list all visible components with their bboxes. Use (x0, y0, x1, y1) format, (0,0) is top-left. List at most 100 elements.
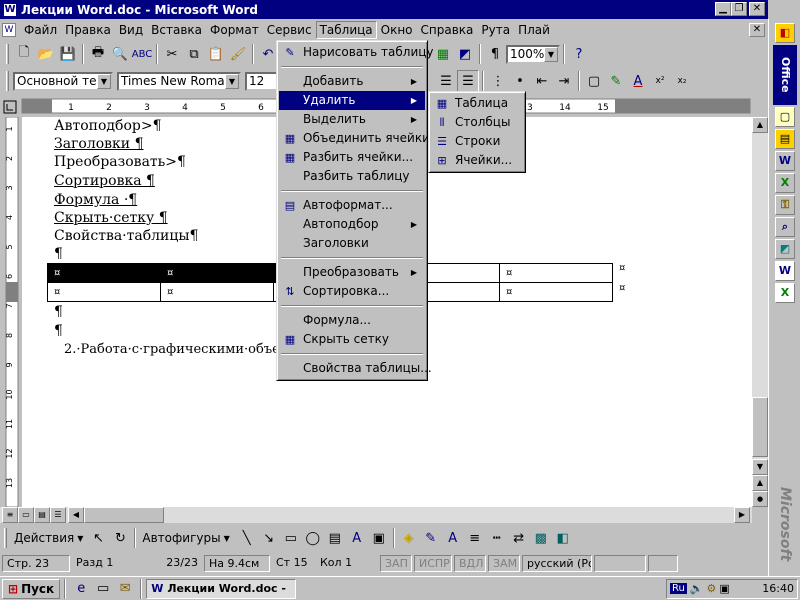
table-cell[interactable]: ¤ (160, 282, 274, 302)
word-shortcut-icon[interactable]: W (775, 151, 795, 171)
doc-line[interactable]: Формула ·¶ (54, 192, 137, 208)
paste-icon[interactable]: 📋 (205, 43, 227, 65)
open-doc-shortcut-icon[interactable]: ▤ (775, 129, 795, 149)
title-bar[interactable]: W Лекции Word.doc - Microsoft Word ▁ ❐ ✕ (0, 0, 768, 19)
save-icon[interactable]: 💾 (57, 43, 79, 65)
menu-help[interactable]: Справка (417, 21, 478, 39)
numbered-item[interactable]: 2.·Работа·с·графическими·объе (64, 342, 280, 357)
outlook-icon[interactable]: ✉ (114, 578, 136, 600)
menu-item-entry[interactable]: Автоподбор ▶ (279, 215, 425, 234)
font-color-icon[interactable]: A (627, 70, 649, 92)
doc-line[interactable]: Скрыть·сетку ¶ (54, 210, 168, 226)
open-folder-icon[interactable]: 📂 (35, 43, 57, 65)
menu-item-table[interactable]: ▦ Таблица (431, 94, 523, 113)
menu-item-entry[interactable]: Выделить ▶ (279, 110, 425, 129)
arrow-icon[interactable]: ↘ (258, 527, 280, 549)
menu-item-rows[interactable]: ☰ Строки (431, 132, 523, 151)
help-icon[interactable]: ? (568, 43, 590, 65)
language-indicator[interactable]: Ru (670, 583, 687, 594)
doc-line[interactable]: ¶ (54, 246, 63, 262)
shadow-icon[interactable]: ▩ (530, 527, 552, 549)
menu-item-merge-cells[interactable]: ▦ Объединить ячейки (279, 129, 430, 148)
menu-tools[interactable]: Сервис (263, 21, 316, 39)
doc-line[interactable]: ¶ (54, 323, 63, 339)
wordart-icon[interactable]: A (346, 527, 368, 549)
key-shortcut-icon[interactable]: ⚿ (775, 195, 795, 215)
menu-item-autoformat[interactable]: ▤ Автоформат... (279, 196, 425, 215)
scroll-right-icon[interactable]: ▶ (734, 507, 750, 523)
increase-indent-icon[interactable]: ⇥ (553, 70, 575, 92)
drawing-icon[interactable]: ◩ (454, 43, 476, 65)
align-right-icon[interactable]: ☰ (435, 70, 457, 92)
menu-item-entry[interactable]: Разбить таблицу (279, 167, 425, 186)
menu-item-cells[interactable]: ⊞ Ячейки... (431, 151, 523, 170)
format-painter-icon[interactable]: 🖌 (227, 43, 249, 65)
menu-item-entry[interactable]: Добавить ▶ (279, 72, 425, 91)
minimize-button[interactable]: ▁ (715, 2, 731, 16)
menu-item-sort[interactable]: ⇅ Сортировка... (279, 282, 425, 301)
menu-view[interactable]: Вид (115, 21, 147, 39)
menu-format[interactable]: Формат (206, 21, 263, 39)
menu-window[interactable]: Окно (377, 21, 417, 39)
borders-icon[interactable]: ▢ (583, 70, 605, 92)
spelling-icon[interactable]: ABC (131, 43, 153, 65)
chevron-down-icon[interactable]: ▼ (224, 534, 230, 543)
menu-item-entry[interactable]: Формула... (279, 311, 425, 330)
menu-item-entry[interactable]: Свойства таблицы... (279, 359, 432, 378)
status-ovr[interactable]: ЗАМ (488, 554, 520, 572)
close-button[interactable]: ✕ (749, 2, 765, 16)
free-rotate-icon[interactable]: ↻ (109, 527, 131, 549)
outline-view-icon[interactable]: ☰ (50, 507, 66, 523)
cut-icon[interactable]: ✂ (161, 43, 183, 65)
clock[interactable]: 16:40 (762, 582, 794, 595)
justify-icon[interactable]: ☰ (457, 70, 479, 92)
doc-line[interactable]: Заголовки ¶ (54, 136, 143, 152)
doc-line[interactable]: Преобразовать>¶ (54, 154, 186, 170)
fill-color-icon[interactable]: ◈ (398, 527, 420, 549)
print-preview-icon[interactable]: 🔍 (109, 43, 131, 65)
doc-line[interactable]: Свойства·таблицы¶ (54, 228, 198, 244)
document-icon[interactable]: W (2, 23, 16, 37)
text-box-icon[interactable]: ▤ (324, 527, 346, 549)
scroll-thumb[interactable] (752, 397, 768, 457)
table-cell[interactable]: ¤ (47, 263, 161, 283)
status-ext[interactable]: ВДЛ (454, 554, 486, 572)
chevron-down-icon[interactable]: ▼ (77, 534, 83, 543)
chevron-down-icon[interactable]: ▼ (225, 73, 239, 89)
task-word[interactable]: W Лекции Word.doc - (146, 578, 297, 599)
maximize-button[interactable]: ❐ (731, 2, 747, 16)
doc-line[interactable]: Автоподбор>¶ (54, 118, 162, 134)
chevron-down-icon[interactable]: ▼ (544, 46, 558, 62)
status-rec[interactable]: ЗАП (380, 554, 412, 572)
web-layout-icon[interactable]: ▭ (18, 507, 34, 523)
vertical-scrollbar[interactable]: ▲ ▼ ▲ ● (752, 117, 768, 507)
normal-view-icon[interactable]: ≡ (2, 507, 18, 523)
print-icon[interactable]: 🖶 (87, 43, 109, 65)
office-logo-icon[interactable]: ◧ (775, 23, 795, 43)
find-shortcut-icon[interactable]: ⌕ (775, 217, 795, 237)
vertical-ruler[interactable]: 1 2 3 4 5 6 7 8 9 10 11 12 13 (0, 116, 22, 508)
bullets-icon[interactable]: • (509, 70, 531, 92)
desktop-icon[interactable]: ▭ (92, 578, 114, 600)
style-combo[interactable]: Основной текст ▼ (13, 71, 113, 91)
excel-table-icon[interactable]: ▦ (432, 43, 454, 65)
numbering-icon[interactable]: ⋮ (487, 70, 509, 92)
binder-shortcut-icon[interactable]: ◩ (775, 239, 795, 259)
line-color-icon[interactable]: ✎ (420, 527, 442, 549)
font-combo[interactable]: Times New Roman ▼ (117, 71, 241, 91)
excel-doc-shortcut-icon[interactable]: X (775, 283, 795, 303)
chevron-down-icon[interactable]: ▼ (97, 73, 111, 89)
subscript-icon[interactable]: x₂ (671, 70, 693, 92)
toolbar-grip[interactable] (6, 71, 9, 91)
select-objects-icon[interactable]: ↖ (87, 527, 109, 549)
menu-edit[interactable]: Правка (61, 21, 115, 39)
monitor-icon[interactable]: ▣ (719, 582, 729, 595)
word-doc-shortcut-icon[interactable]: W (775, 261, 795, 281)
print-layout-icon[interactable]: ▤ (34, 507, 50, 523)
font-color-icon[interactable]: A (442, 527, 464, 549)
excel-shortcut-icon[interactable]: X (775, 173, 795, 193)
menu-insert[interactable]: Вставка (147, 21, 206, 39)
start-button[interactable]: ⊞ Пуск (2, 578, 61, 599)
doc-line[interactable]: ¶ (54, 304, 63, 320)
actions-button[interactable]: Действия (11, 531, 77, 545)
